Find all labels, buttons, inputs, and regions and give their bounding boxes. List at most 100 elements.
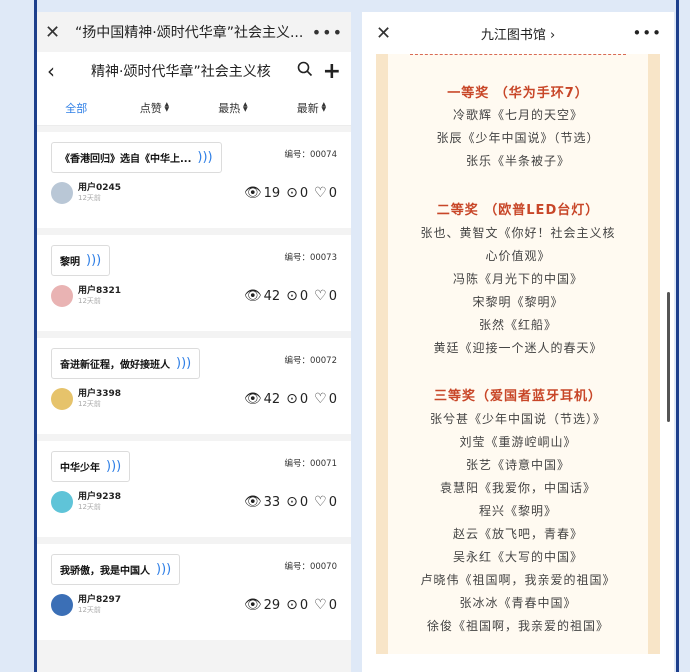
close-icon[interactable]: ✕ — [45, 22, 75, 43]
comment-count: 0 — [299, 185, 309, 201]
award-entry: 张兮甚《少年中国说（节选）》 — [429, 412, 606, 426]
post-date: 12天前 — [78, 400, 101, 408]
avatar[interactable] — [51, 285, 73, 307]
comment-icon[interactable]: ⊙ — [286, 185, 298, 201]
scrollbar[interactable] — [667, 292, 670, 422]
right-window-titlebar: ✕ 九江图书馆 › ••• — [362, 12, 674, 54]
list-item[interactable]: 中华少年))) 编号：00071 用户9238 12天前 👁 33 ⊙ 0 ♡ 0 — [37, 441, 351, 537]
search-icon[interactable] — [297, 61, 313, 82]
tab-label: 点赞 — [139, 101, 162, 115]
heart-icon[interactable]: ♡ — [314, 391, 327, 407]
account-title[interactable]: 九江图书馆 › — [362, 24, 674, 43]
stats: 👁 42 ⊙ 0 ♡ 0 — [244, 391, 337, 407]
audio-wave-icon: ))) — [197, 150, 213, 165]
award-entry: 张然《红船》 — [478, 318, 557, 332]
tab-1[interactable]: 点赞 ▲▼ — [116, 100, 195, 116]
heart-icon[interactable]: ♡ — [314, 288, 327, 304]
avatar[interactable] — [51, 388, 73, 410]
avatar[interactable] — [51, 182, 73, 204]
right-phone-screen: ✕ 九江图书馆 › ••• 一等奖 （华为手环7） 冷歌辉《七月的天空》 张辰《少年… — [362, 12, 674, 672]
award-entry: 黄廷《迎接一个迷人的春天》 — [433, 341, 603, 355]
tab-2[interactable]: 最热 ▲▼ — [194, 100, 273, 116]
tab-3[interactable]: 最新 ▲▼ — [273, 100, 352, 116]
stats: 👁 33 ⊙ 0 ♡ 0 — [244, 494, 337, 510]
award-heading: 二等奖 （欧普LED台灯） — [436, 203, 600, 218]
eye-icon: 👁 — [243, 185, 262, 201]
audio-wave-icon: ))) — [156, 562, 172, 577]
back-icon[interactable]: ‹ — [47, 59, 91, 83]
award-entry: 张乐《半条被子》 — [465, 154, 570, 168]
award-entry: 张艺《诗意中国》 — [465, 458, 570, 472]
user-name: 用户9238 — [78, 492, 122, 502]
comment-icon[interactable]: ⊙ — [286, 391, 298, 407]
audio-title: 黎明 — [60, 257, 80, 268]
comment-count: 0 — [299, 494, 309, 510]
avatar[interactable] — [51, 491, 73, 513]
sort-arrows-icon: ▲▼ — [321, 100, 327, 113]
user-info: 用户0245 12天前 — [51, 182, 121, 204]
more-icon[interactable]: ••• — [312, 23, 343, 42]
left-navbar: ‹ 精神·颂时代华章”社会主义核 + — [37, 52, 351, 90]
user-name: 用户8321 — [78, 286, 122, 296]
user-info: 用户8321 12天前 — [51, 285, 121, 307]
like-count: 0 — [328, 288, 337, 304]
award-entry: 冷歌辉《七月的天空》 — [452, 108, 583, 122]
user-info: 用户9238 12天前 — [51, 491, 121, 513]
user-info: 用户3398 12天前 — [51, 388, 121, 410]
article-body: 一等奖 （华为手环7） 冷歌辉《七月的天空》 张辰《少年中国说》（节选） 张乐《半条被… — [376, 54, 660, 654]
list-item[interactable]: 奋进新征程，做好接班人))) 编号：00072 用户3398 12天前 👁 42 ⊙ 0 ♡ 0 — [37, 338, 351, 434]
audio-title-bubble[interactable]: 中华少年))) — [51, 451, 131, 482]
add-icon[interactable]: + — [323, 59, 341, 84]
avatar[interactable] — [51, 594, 73, 616]
comment-icon[interactable]: ⊙ — [286, 597, 298, 613]
award-entry: 吴永红《大写的中国》 — [452, 550, 583, 564]
list-item[interactable]: 黎明))) 编号：00073 用户8321 12天前 👁 42 ⊙ 0 ♡ 0 — [37, 235, 351, 331]
stats: 👁 29 ⊙ 0 ♡ 0 — [244, 597, 337, 613]
comment-count: 0 — [299, 288, 309, 304]
audio-title-bubble[interactable]: 《香港回归》选自《中华上...))) — [51, 142, 222, 173]
close-icon[interactable]: ✕ — [376, 23, 391, 44]
award-entry: 赵云《放飞吧，青春》 — [452, 527, 583, 541]
view-count: 42 — [263, 391, 281, 407]
entry-code: 编号：00072 — [284, 356, 337, 366]
view-count: 42 — [263, 288, 281, 304]
sort-arrows-icon: ▲▼ — [164, 100, 170, 113]
audio-title-bubble[interactable]: 我骄傲，我是中国人))) — [51, 554, 181, 585]
award-entry: 宋黎明《黎明》 — [472, 295, 564, 309]
like-count: 0 — [328, 597, 337, 613]
comment-icon[interactable]: ⊙ — [286, 494, 298, 510]
award-entry: 刘莹《重游崆峒山》 — [459, 435, 577, 449]
view-count: 19 — [263, 185, 281, 201]
heart-icon[interactable]: ♡ — [314, 185, 327, 201]
award-heading: 一等奖 （华为手环7） — [447, 86, 589, 101]
heart-icon[interactable]: ♡ — [314, 597, 327, 613]
sort-arrows-icon: ▲▼ — [242, 100, 248, 113]
audio-title-bubble[interactable]: 奋进新征程，做好接班人))) — [51, 348, 201, 379]
award-entry: 卢晓伟《祖国啊，我亲爱的祖国》 — [420, 573, 616, 587]
eye-icon: 👁 — [243, 597, 262, 613]
comment-count: 0 — [299, 391, 309, 407]
post-date: 12天前 — [78, 503, 101, 511]
post-date: 12天前 — [78, 194, 101, 202]
heart-icon[interactable]: ♡ — [314, 494, 327, 510]
audio-wave-icon: ))) — [176, 356, 192, 371]
award-entry: 张冰冰《青春中国》 — [459, 596, 577, 610]
user-name: 用户3398 — [78, 389, 122, 399]
award-entry: 程兴《黎明》 — [478, 504, 557, 518]
tab-0[interactable]: 全部 — [37, 100, 116, 116]
view-count: 33 — [263, 494, 281, 510]
user-name: 用户0245 — [78, 183, 122, 193]
recording-list: 《香港回归》选自《中华上...))) 编号：00074 用户0245 12天前 👁 19 ⊙… — [37, 132, 351, 640]
audio-title: 奋进新征程，做好接班人 — [60, 360, 170, 371]
list-item[interactable]: 我骄傲，我是中国人))) 编号：00070 用户8297 12天前 👁 29 ⊙ 0 ♡ 0 — [37, 544, 351, 640]
post-date: 12天前 — [78, 297, 101, 305]
like-count: 0 — [328, 185, 337, 201]
stats: 👁 42 ⊙ 0 ♡ 0 — [244, 288, 337, 304]
comment-icon[interactable]: ⊙ — [286, 288, 298, 304]
list-item[interactable]: 《香港回归》选自《中华上...))) 编号：00074 用户0245 12天前 👁 19 ⊙… — [37, 132, 351, 228]
user-info: 用户8297 12天前 — [51, 594, 121, 616]
eye-icon: 👁 — [243, 288, 262, 304]
more-icon[interactable]: ••• — [632, 24, 662, 42]
entry-code: 编号：00073 — [284, 253, 337, 263]
audio-title-bubble[interactable]: 黎明))) — [51, 245, 111, 276]
